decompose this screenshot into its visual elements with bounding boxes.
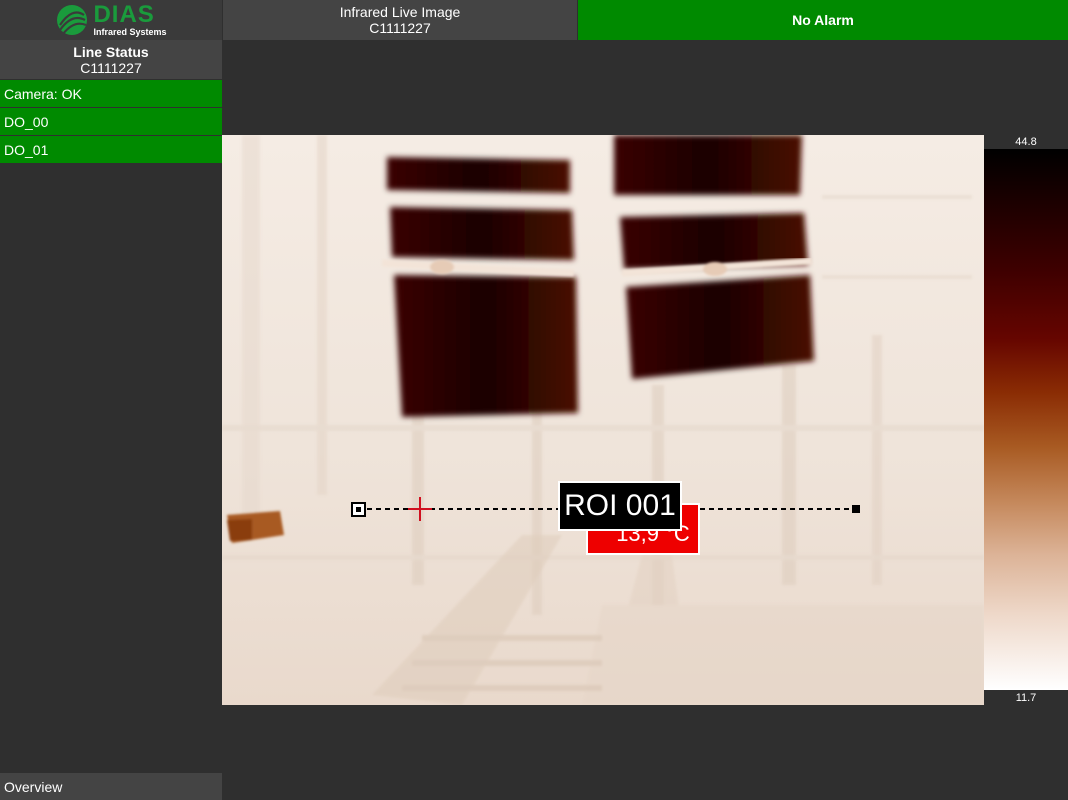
sidebar: Line Status C1111227 Camera: OK DO_00 DO… <box>0 40 222 800</box>
roi-end-handle[interactable] <box>852 505 860 513</box>
view-title-header: Infrared Live Image C1111227 <box>223 0 577 40</box>
line-status-id: C1111227 <box>80 59 142 76</box>
status-item-do-00[interactable]: DO_00 <box>0 108 222 135</box>
logo: DIAS Infrared Systems <box>0 0 222 40</box>
view-title: Infrared Live Image <box>339 4 461 20</box>
thermal-image-canvas <box>222 135 984 705</box>
temperature-colorbar <box>984 149 1068 690</box>
line-status-header: Line Status C1111227 <box>0 40 222 79</box>
app-root: DIAS Infrared Systems Infrared Live Imag… <box>0 0 1068 800</box>
alarm-status-badge[interactable]: No Alarm <box>578 0 1068 40</box>
logo-subtitle: Infrared Systems <box>93 27 167 37</box>
roi-label[interactable]: ROI 001 <box>558 481 682 531</box>
scale-max-value: 44.8 <box>1015 136 1037 148</box>
status-item-do-01[interactable]: DO_01 <box>0 136 222 163</box>
scale-min-value: 11.7 <box>1015 692 1037 704</box>
thermal-image[interactable] <box>222 135 984 705</box>
logo-brand: DIAS <box>93 1 155 28</box>
status-item-camera[interactable]: Camera: OK <box>0 80 222 107</box>
overview-button[interactable]: Overview <box>0 773 222 800</box>
line-status-title: Line Status <box>73 43 149 60</box>
view-id: C1111227 <box>369 20 431 36</box>
dias-leaf-logo-icon <box>57 5 88 35</box>
